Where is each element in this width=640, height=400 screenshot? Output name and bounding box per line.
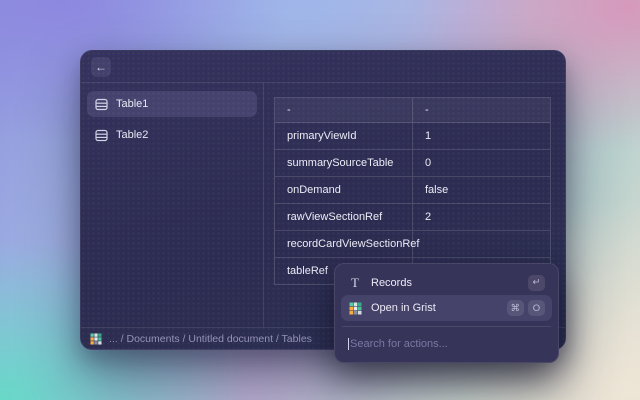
back-arrow-icon: ← (95, 61, 107, 73)
palette-search (341, 332, 552, 356)
field-name-cell: onDemand (275, 177, 413, 203)
table-row[interactable]: recordCardViewSectionRef (275, 231, 550, 258)
grist-logo-icon (348, 302, 362, 315)
titlebar: ← (81, 51, 565, 83)
field-value-cell: false (413, 177, 550, 203)
schema-table: - - primaryViewId 1 summarySourceTable 0… (274, 97, 551, 285)
table-icon (95, 129, 108, 142)
text-cursor (348, 338, 349, 350)
table-row[interactable]: onDemand false (275, 177, 550, 204)
header-cell: - (275, 98, 413, 122)
command-key-icon: ⌘ (507, 300, 525, 316)
breadcrumb[interactable]: ... / Documents / Untitled document / Ta… (109, 333, 312, 345)
shortcut-keys: ↵ (528, 275, 545, 291)
window-body: Table1 Table2 - - primaryViewId 1 (81, 83, 565, 327)
shortcut-keys: ⌘ O (507, 300, 546, 316)
sidebar: Table1 Table2 (81, 83, 264, 327)
command-palette: T Records ↵ Open in Grist ⌘ O (334, 263, 559, 363)
palette-item-label: Records (371, 277, 412, 289)
search-input[interactable] (350, 338, 545, 350)
field-name-cell: primaryViewId (275, 123, 413, 149)
field-name-cell: summarySourceTable (275, 150, 413, 176)
field-name-cell: rawViewSectionRef (275, 204, 413, 230)
enter-key-icon: ↵ (528, 275, 545, 291)
field-value-cell (413, 231, 550, 257)
table-header-row[interactable]: - - (275, 98, 550, 123)
palette-item-label: Open in Grist (371, 302, 436, 314)
table-row[interactable]: primaryViewId 1 (275, 123, 550, 150)
field-value-cell: 2 (413, 204, 550, 230)
field-value-cell: 0 (413, 150, 550, 176)
sidebar-item-table1[interactable]: Table1 (87, 91, 257, 117)
app-window: ← Table1 Table2 - - (80, 50, 566, 350)
sidebar-item-label: Table1 (116, 98, 148, 110)
text-icon: T (348, 275, 362, 291)
sidebar-item-label: Table2 (116, 129, 148, 141)
table-icon (95, 98, 108, 111)
table-row[interactable]: rawViewSectionRef 2 (275, 204, 550, 231)
header-cell: - (413, 98, 550, 122)
o-key: O (528, 300, 545, 316)
table-row[interactable]: summarySourceTable 0 (275, 150, 550, 177)
grist-logo-icon (90, 333, 102, 345)
back-button[interactable]: ← (91, 57, 111, 77)
field-name-cell: recordCardViewSectionRef (275, 231, 413, 257)
sidebar-item-table2[interactable]: Table2 (87, 122, 257, 148)
field-value-cell: 1 (413, 123, 550, 149)
palette-divider (342, 326, 551, 327)
palette-item-records[interactable]: T Records ↵ (341, 270, 552, 295)
palette-item-open-in-grist[interactable]: Open in Grist ⌘ O (341, 295, 552, 321)
